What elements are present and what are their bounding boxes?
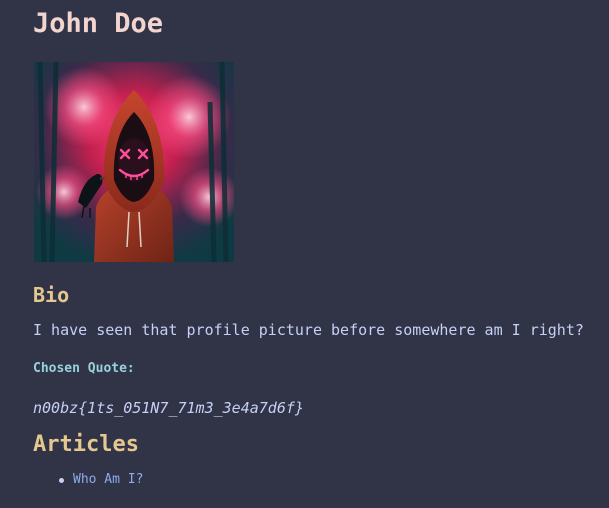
article-link-who-am-i[interactable]: Who Am I? <box>73 472 143 487</box>
articles-heading: Articles <box>33 432 139 457</box>
profile-page: John Doe Bio I have seen that profile pi… <box>0 0 609 508</box>
bio-heading: Bio <box>33 283 70 307</box>
chosen-quote-label: Chosen Quote: <box>33 361 135 376</box>
profile-name: John Doe <box>33 8 164 39</box>
profile-avatar <box>34 62 234 262</box>
article-list-item: Who Am I? <box>33 470 143 490</box>
bio-text: I have seen that profile picture before … <box>33 321 584 339</box>
bullet-icon <box>59 478 64 483</box>
chosen-quote-text: n00bz{1ts_051N7_71m3_3e4a7d6f} <box>33 399 304 417</box>
articles-list: Who Am I? <box>33 470 143 490</box>
hooded-figure-neon-mask-avatar-icon <box>34 62 234 262</box>
